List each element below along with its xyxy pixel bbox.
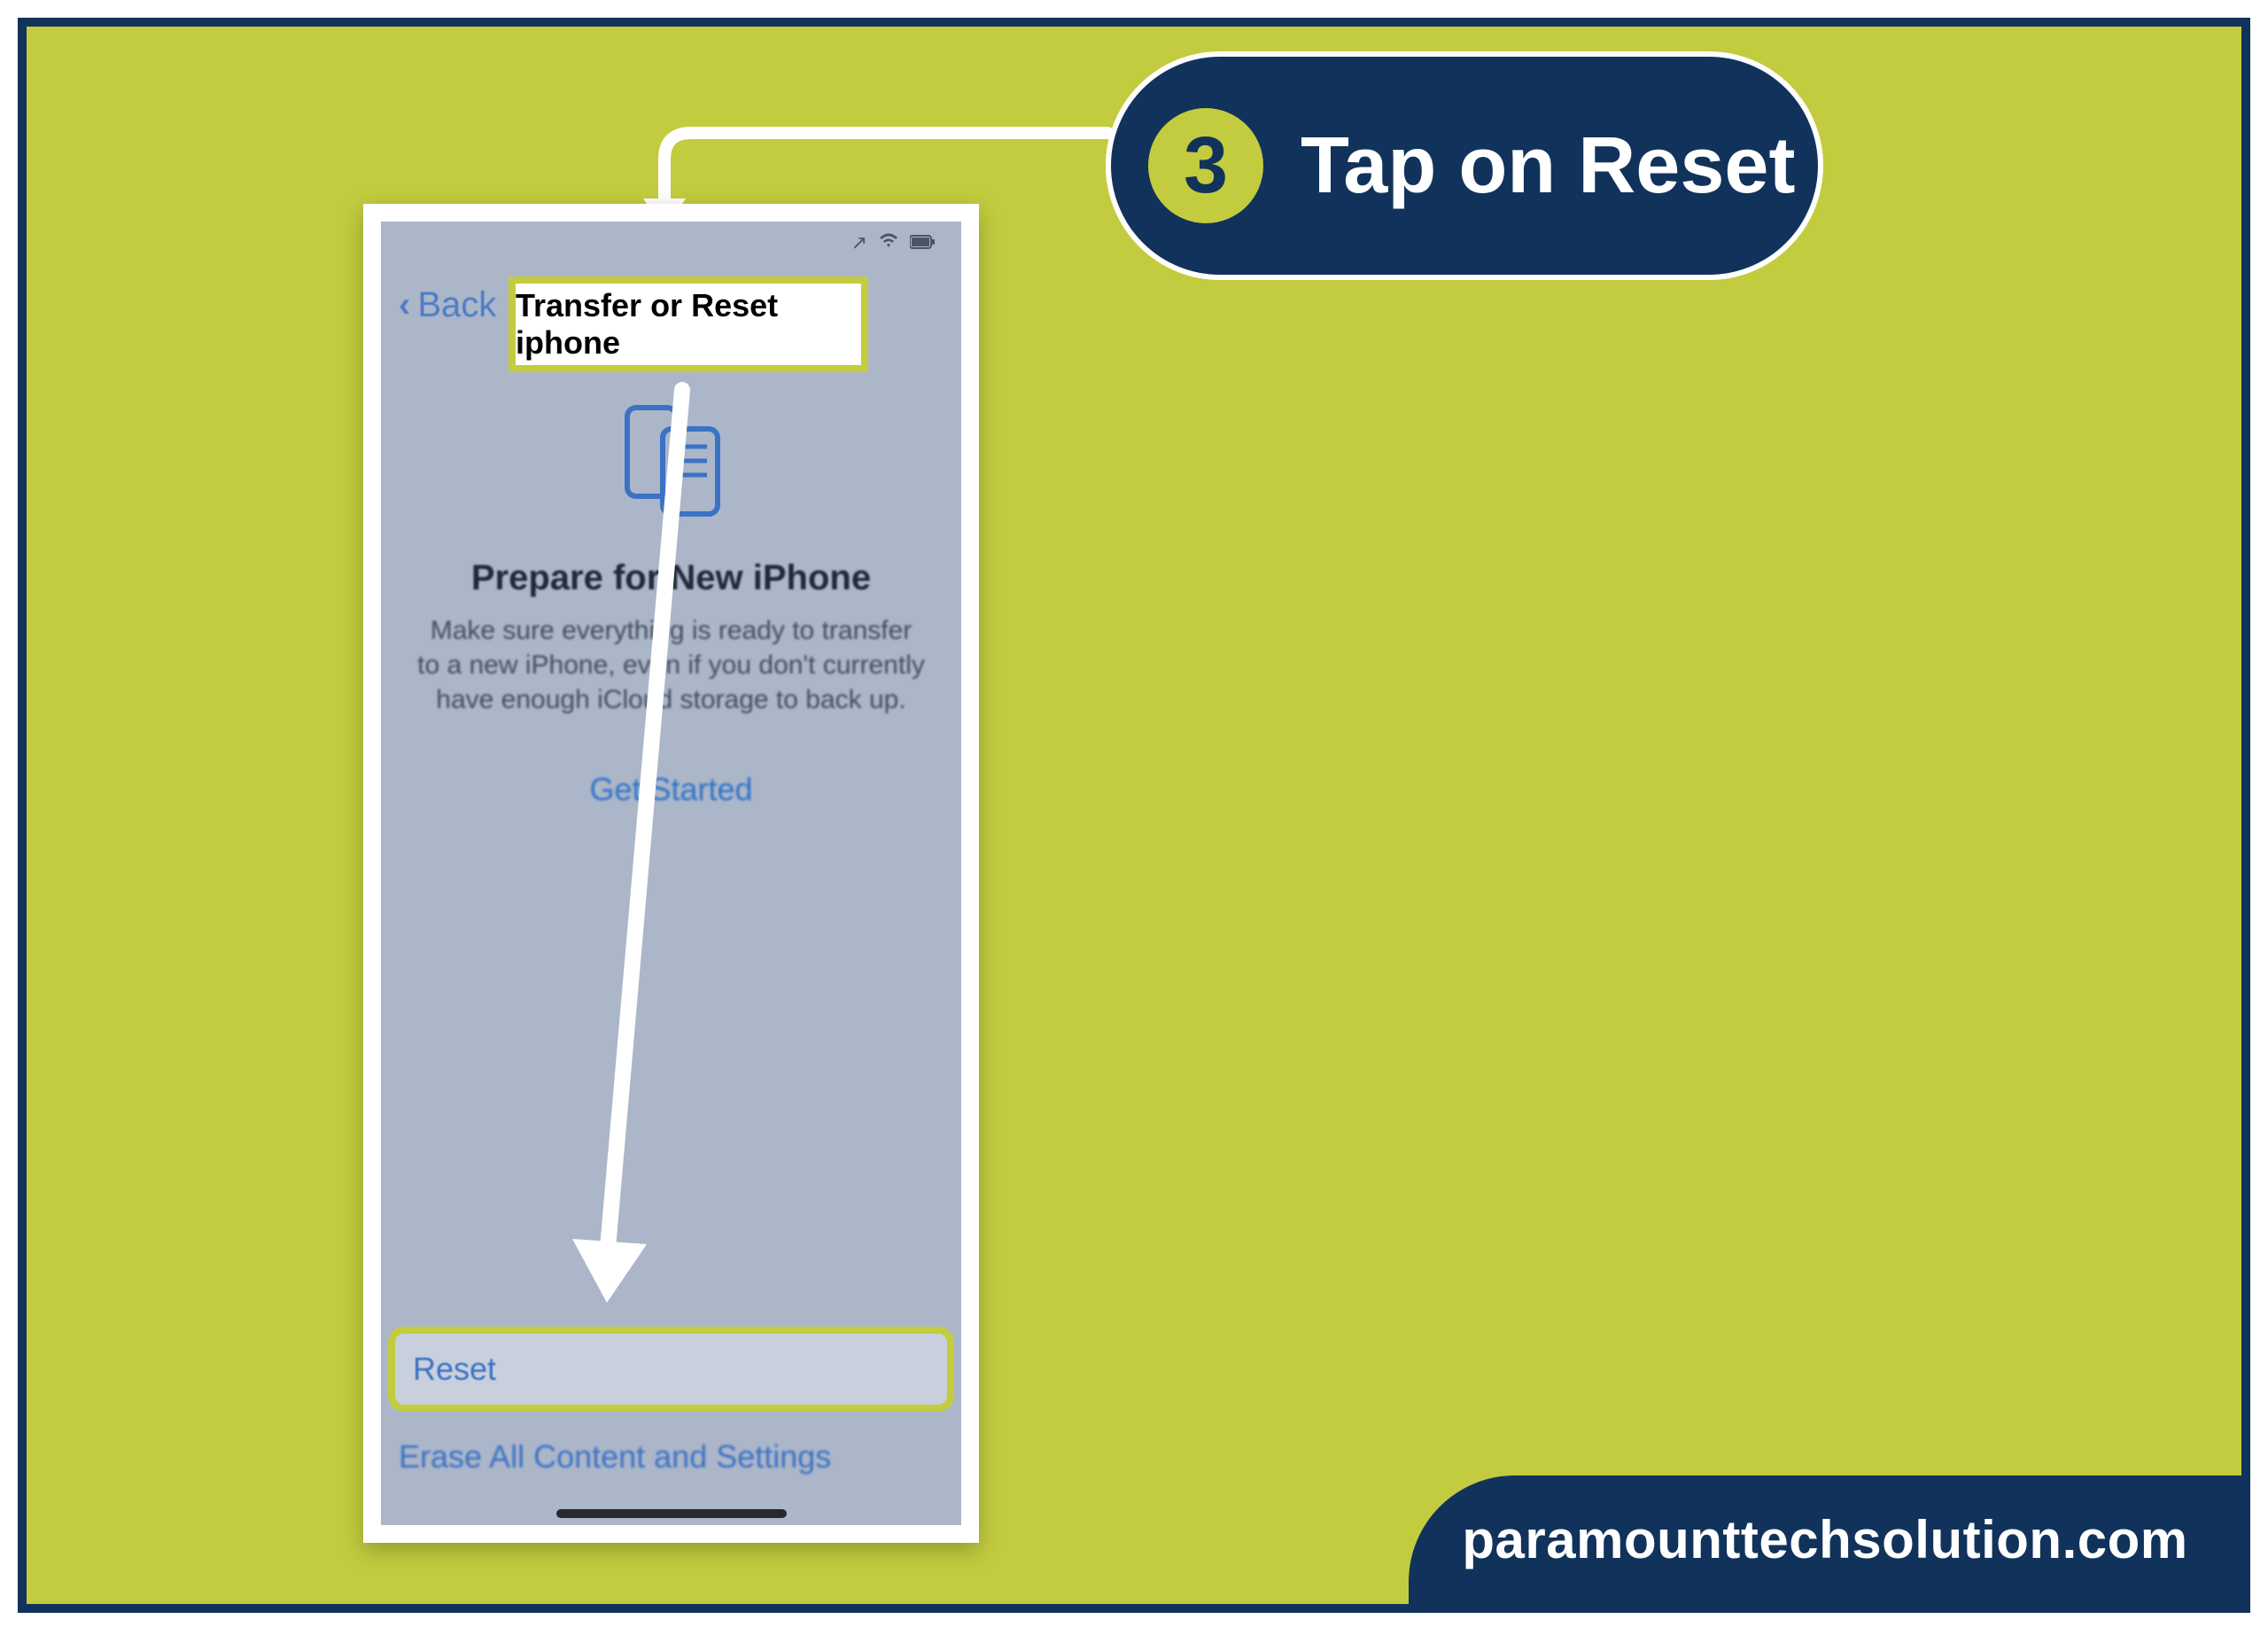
step-number: 3 [1184, 121, 1228, 212]
chevron-left-icon: ‹ [399, 285, 410, 325]
brand-site: paramounttechsolution.com [1462, 1509, 2187, 1570]
erase-row[interactable]: Erase All Content and Settings [399, 1438, 831, 1475]
page-title: Transfer or Reset iphone [516, 287, 861, 362]
back-label: Back [417, 285, 496, 325]
prepare-description: Make sure everything is ready to transfe… [416, 613, 926, 717]
home-indicator [556, 1509, 787, 1518]
wifi-icon [878, 231, 899, 254]
phone-screen: ↗ ‹ Back Transfer or Reset iphone [381, 222, 961, 1525]
back-button[interactable]: ‹ Back [399, 285, 496, 325]
prepare-heading: Prepare for New iPhone [381, 558, 961, 598]
page-title-highlight: Transfer or Reset iphone [509, 276, 868, 372]
devices-icon [610, 399, 734, 523]
reset-label: Reset [413, 1351, 496, 1388]
get-started-link[interactable]: Get Started [381, 771, 961, 808]
step-title: Tap on Reset [1301, 121, 1795, 212]
location-icon: ↗ [851, 231, 867, 254]
battery-icon [910, 231, 935, 254]
phone-frame: ↗ ‹ Back Transfer or Reset iphone [363, 204, 979, 1543]
instruction-slide: 3 Tap on Reset ↗ ‹ Back Transfer or Rese… [18, 18, 2250, 1613]
step-number-badge: 3 [1148, 108, 1263, 223]
reset-row[interactable]: Reset [388, 1327, 954, 1412]
brand-corner: paramounttechsolution.com [1409, 1475, 2241, 1604]
status-bar: ↗ [381, 227, 961, 259]
step-pill: 3 Tap on Reset [1106, 51, 1823, 280]
